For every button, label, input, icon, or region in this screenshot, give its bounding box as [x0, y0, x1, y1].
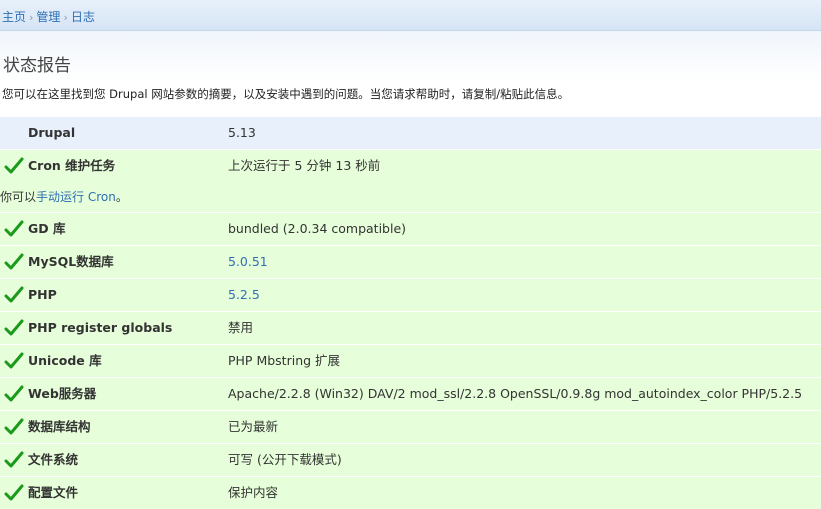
status-row: 数据库结构已为最新: [0, 411, 821, 444]
status-row: PHP register globals禁用: [0, 312, 821, 345]
status-row-title: Cron 维护任务: [28, 150, 228, 182]
check-icon: [0, 279, 28, 311]
page-header: 状态报告 您可以在这里找到您 Drupal 网站参数的摘要，以及安装中遇到的问题…: [0, 31, 821, 115]
status-row-title: 文件系统: [28, 444, 228, 476]
status-row: Drupal5.13: [0, 117, 821, 150]
status-row-value-link[interactable]: 5.0.51: [228, 254, 268, 269]
status-row-title: MySQL数据库: [28, 246, 228, 278]
status-row-title: Drupal: [28, 117, 228, 149]
check-icon: [0, 444, 28, 476]
run-cron-link[interactable]: 手动运行 Cron: [36, 190, 116, 204]
status-report-table: Drupal5.13Cron 维护任务上次运行于 5 分钟 13 秒前你可以手动…: [0, 116, 821, 509]
description-text: 。: [116, 190, 128, 204]
status-row-title: Web服务器: [28, 378, 228, 410]
status-row-title: GD 库: [28, 213, 228, 245]
status-row-value-link[interactable]: 5.2.5: [228, 287, 260, 302]
status-row: 配置文件保护内容: [0, 477, 821, 509]
page-intro: 您可以在这里找到您 Drupal 网站参数的摘要，以及安装中遇到的问题。当您请求…: [2, 86, 569, 102]
status-row-value: bundled (2.0.34 compatible): [228, 213, 821, 245]
breadcrumb-separator: ›: [29, 11, 33, 24]
check-icon: [0, 345, 28, 377]
status-row-title: 数据库结构: [28, 411, 228, 443]
breadcrumb-logs-link[interactable]: 日志: [71, 10, 95, 24]
status-row-value: 可写 (公开下载模式): [228, 444, 821, 476]
status-row: Cron 维护任务上次运行于 5 分钟 13 秒前: [0, 150, 821, 183]
status-row: MySQL数据库5.0.51: [0, 246, 821, 279]
status-row-title: Unicode 库: [28, 345, 228, 377]
breadcrumb-separator: ›: [63, 11, 67, 24]
status-row: GD 库bundled (2.0.34 compatible): [0, 213, 821, 246]
status-row-value: 已为最新: [228, 411, 821, 443]
breadcrumb-admin-link[interactable]: 管理: [36, 10, 60, 24]
page-title: 状态报告: [3, 51, 71, 76]
breadcrumb: 主页›管理›日志: [0, 0, 821, 31]
status-row-title: PHP register globals: [28, 312, 228, 344]
status-row-value: Apache/2.2.8 (Win32) DAV/2 mod_ssl/2.2.8…: [228, 378, 821, 410]
status-row: 文件系统可写 (公开下载模式): [0, 444, 821, 477]
status-row-value: 上次运行于 5 分钟 13 秒前: [228, 150, 821, 182]
status-row: PHP5.2.5: [0, 279, 821, 312]
status-row-title: PHP: [28, 279, 228, 311]
description-text: 你可以: [0, 190, 36, 204]
check-icon: [0, 378, 28, 410]
status-row: Web服务器Apache/2.2.8 (Win32) DAV/2 mod_ssl…: [0, 378, 821, 411]
status-row-value: 保护内容: [228, 477, 821, 509]
status-row-value: PHP Mbstring 扩展: [228, 345, 821, 377]
breadcrumb-home-link[interactable]: 主页: [2, 10, 26, 24]
check-icon: [0, 150, 28, 182]
status-row-value: 5.13: [228, 117, 821, 149]
check-icon: [0, 213, 28, 245]
check-icon: [0, 312, 28, 344]
status-row-description: 你可以手动运行 Cron。: [0, 182, 821, 213]
check-icon: [0, 477, 28, 509]
status-row-value: 禁用: [228, 312, 821, 344]
status-row-title: 配置文件: [28, 477, 228, 509]
status-row: Unicode 库PHP Mbstring 扩展: [0, 345, 821, 378]
check-icon: [0, 246, 28, 278]
check-icon: [0, 411, 28, 443]
